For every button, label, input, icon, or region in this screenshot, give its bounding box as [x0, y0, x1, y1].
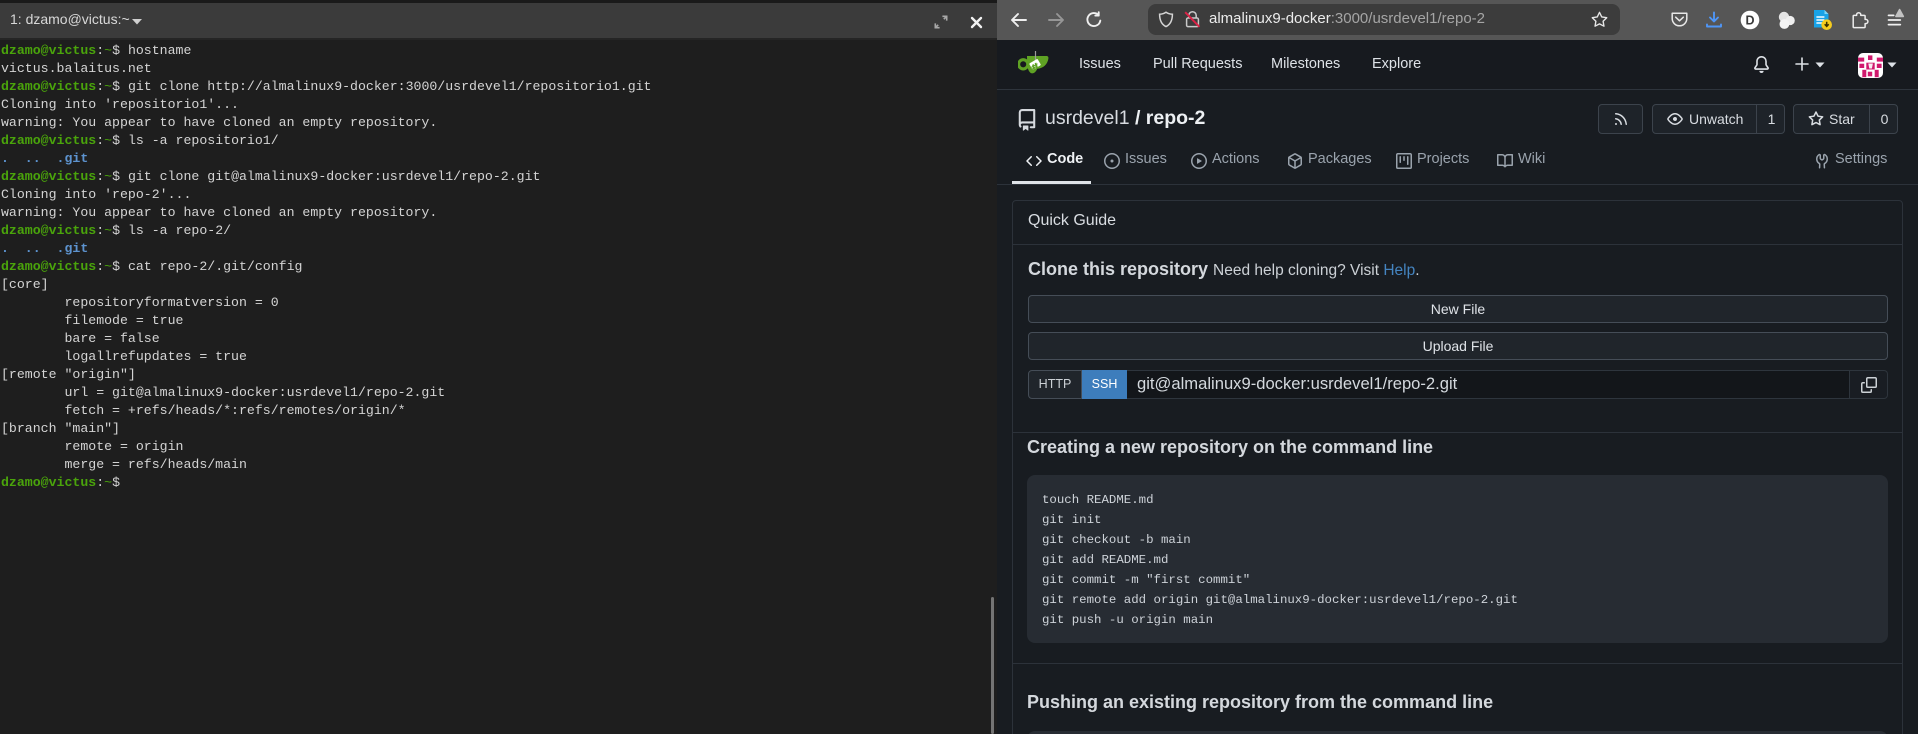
svg-text:D: D [1745, 13, 1754, 27]
